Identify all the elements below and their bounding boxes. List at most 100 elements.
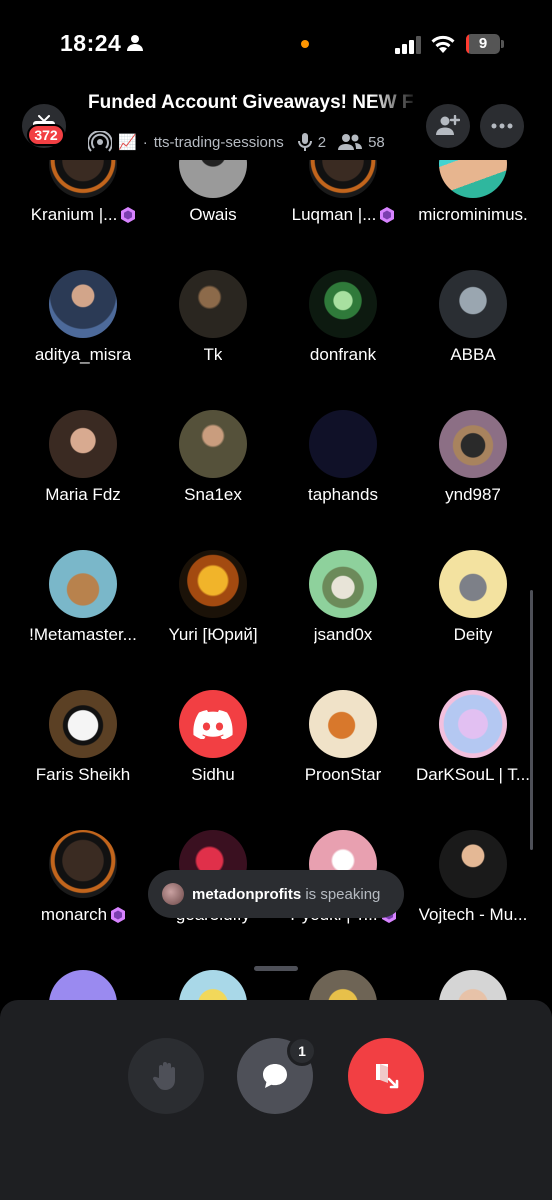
participant-tile[interactable]: taphands xyxy=(278,410,408,510)
participant-avatar xyxy=(309,970,377,1000)
raise-hand-button[interactable] xyxy=(128,1038,204,1114)
participant-avatar xyxy=(49,410,117,478)
participant-tile[interactable]: aditya_misra xyxy=(18,270,148,370)
participant-avatar xyxy=(179,550,247,618)
status-bar: 18:24 9 xyxy=(0,0,552,90)
participant-tile[interactable]: ABBA xyxy=(408,270,538,370)
speaking-toast: metadonprofits is speaking xyxy=(148,870,404,918)
more-options-button[interactable] xyxy=(480,104,524,148)
participant-name-text: Maria Fdz xyxy=(45,485,121,504)
participant-tile[interactable]: ProonStar xyxy=(278,690,408,790)
battery-level: 9 xyxy=(478,35,488,52)
participant-tile[interactable]: Kranium |... xyxy=(18,160,148,230)
participant-tile[interactable]: Deity xyxy=(408,550,538,650)
participant-tile[interactable]: jsand0x xyxy=(278,550,408,650)
toast-speaker: metadonprofits xyxy=(192,885,302,903)
participant-tile[interactable]: Luqman |... xyxy=(278,160,408,230)
participant-name: donfrank xyxy=(278,345,408,365)
participant-name: Kranium |... xyxy=(18,205,148,225)
participant-name: microminimus. xyxy=(408,205,538,225)
participant-name: Tk xyxy=(148,345,278,365)
listener-count: 58 xyxy=(368,133,385,151)
participant-avatar xyxy=(309,550,377,618)
participant-name-text: Sidhu xyxy=(191,765,235,784)
participant-tile[interactable]: !Metamaster... xyxy=(18,550,148,650)
voice-channel-header: 372 Funded Account Giveaways! NEW F 📈 · … xyxy=(0,88,552,160)
participant-name-text: Yuri [Юрий] xyxy=(168,625,258,644)
participant-avatar xyxy=(49,270,117,338)
participant-avatar xyxy=(49,160,117,198)
participant-name-text: Faris Sheikh xyxy=(35,765,131,784)
channel-subtitle: 📈 · tts-trading-sessions 2 58 xyxy=(88,130,418,154)
participant-tile[interactable]: Tk xyxy=(148,270,278,370)
nitro-gem-icon xyxy=(121,207,136,223)
participant-tile[interactable]: donfrank xyxy=(278,270,408,370)
participant-tile[interactable]: Yuri [Юрий] xyxy=(148,550,278,650)
participant-tile[interactable] xyxy=(408,970,538,1000)
participant-name: ProonStar xyxy=(278,765,408,785)
participant-avatar xyxy=(179,410,247,478)
participant-name-text: monarch xyxy=(40,905,108,924)
microphone-icon xyxy=(297,133,312,151)
scrollbar[interactable] xyxy=(530,590,533,850)
participant-name-text: Deity xyxy=(453,625,493,644)
participant-avatar xyxy=(309,690,377,758)
participant-name: Maria Fdz xyxy=(18,485,148,505)
participant-name: Deity xyxy=(408,625,538,645)
participant-name-text: !Metamaster... xyxy=(29,625,137,644)
participant-tile[interactable]: Owais xyxy=(148,160,278,230)
participant-name-text: microminimus. xyxy=(418,205,528,224)
participant-name-text: ProonStar xyxy=(304,765,382,784)
leave-call-button[interactable] xyxy=(348,1038,424,1114)
channel-name: tts-trading-sessions xyxy=(153,133,284,151)
drag-handle[interactable] xyxy=(254,966,298,971)
participant-name: Vojtech - Mu... xyxy=(408,905,538,925)
participant-name-text: ABBA xyxy=(450,345,496,364)
participant-tile[interactable] xyxy=(278,970,408,1000)
participant-name: DarKSouL | T... xyxy=(408,765,538,785)
participant-avatar xyxy=(439,550,507,618)
participant-name-text: Vojtech - Mu... xyxy=(418,905,528,924)
battery-icon: 9 xyxy=(466,34,504,54)
participant-name-text: jsand0x xyxy=(313,625,373,644)
participant-tile[interactable] xyxy=(18,970,148,1000)
privacy-indicator xyxy=(301,40,309,48)
participant-avatar xyxy=(439,160,507,198)
channel-title[interactable]: Funded Account Giveaways! NEW F xyxy=(88,92,420,114)
participant-name: aditya_misra xyxy=(18,345,148,365)
participant-name-text: taphands xyxy=(308,485,378,504)
participant-tile[interactable]: microminimus. xyxy=(408,160,538,230)
participant-name-text: Sna1ex xyxy=(184,485,242,504)
participant-name: Luqman |... xyxy=(278,205,408,225)
participant-tile[interactable]: Faris Sheikh xyxy=(18,690,148,790)
chat-unread-badge: 1 xyxy=(287,1036,317,1066)
speaker-count: 2 xyxy=(317,133,327,151)
participant-name-text: Tk xyxy=(203,345,223,364)
status-time: 18:24 xyxy=(60,30,122,56)
participant-tile[interactable]: ynd987 xyxy=(408,410,538,510)
participant-name-text: Kranium |... xyxy=(30,205,118,224)
raise-hand-icon xyxy=(152,1062,175,1090)
nitro-gem-icon xyxy=(111,907,126,923)
participant-tile[interactable]: Maria Fdz xyxy=(18,410,148,510)
participant-avatar xyxy=(439,690,507,758)
participant-tile[interactable]: Sidhu xyxy=(148,690,278,790)
participant-name: taphands xyxy=(278,485,408,505)
participant-tile[interactable]: monarch xyxy=(18,830,148,930)
participant-tile[interactable]: Vojtech - Mu... xyxy=(408,830,538,930)
participant-avatar xyxy=(179,160,247,198)
participant-name: monarch xyxy=(18,905,148,925)
speaker-avatar xyxy=(162,883,184,905)
participant-avatar xyxy=(439,270,507,338)
call-controls-panel: 1 xyxy=(0,1000,552,1200)
participant-avatar xyxy=(439,830,507,898)
members-icon xyxy=(338,134,363,150)
invite-button[interactable] xyxy=(426,104,470,148)
participant-name: !Metamaster... xyxy=(18,625,148,645)
participant-tile[interactable]: Sna1ex xyxy=(148,410,278,510)
participant-tile[interactable]: DarKSouL | T... xyxy=(408,690,538,790)
participant-tile[interactable] xyxy=(148,970,278,1000)
participant-avatar xyxy=(309,160,377,198)
participant-name-text: aditya_misra xyxy=(34,345,132,364)
participant-name-text: Luqman |... xyxy=(291,205,377,224)
